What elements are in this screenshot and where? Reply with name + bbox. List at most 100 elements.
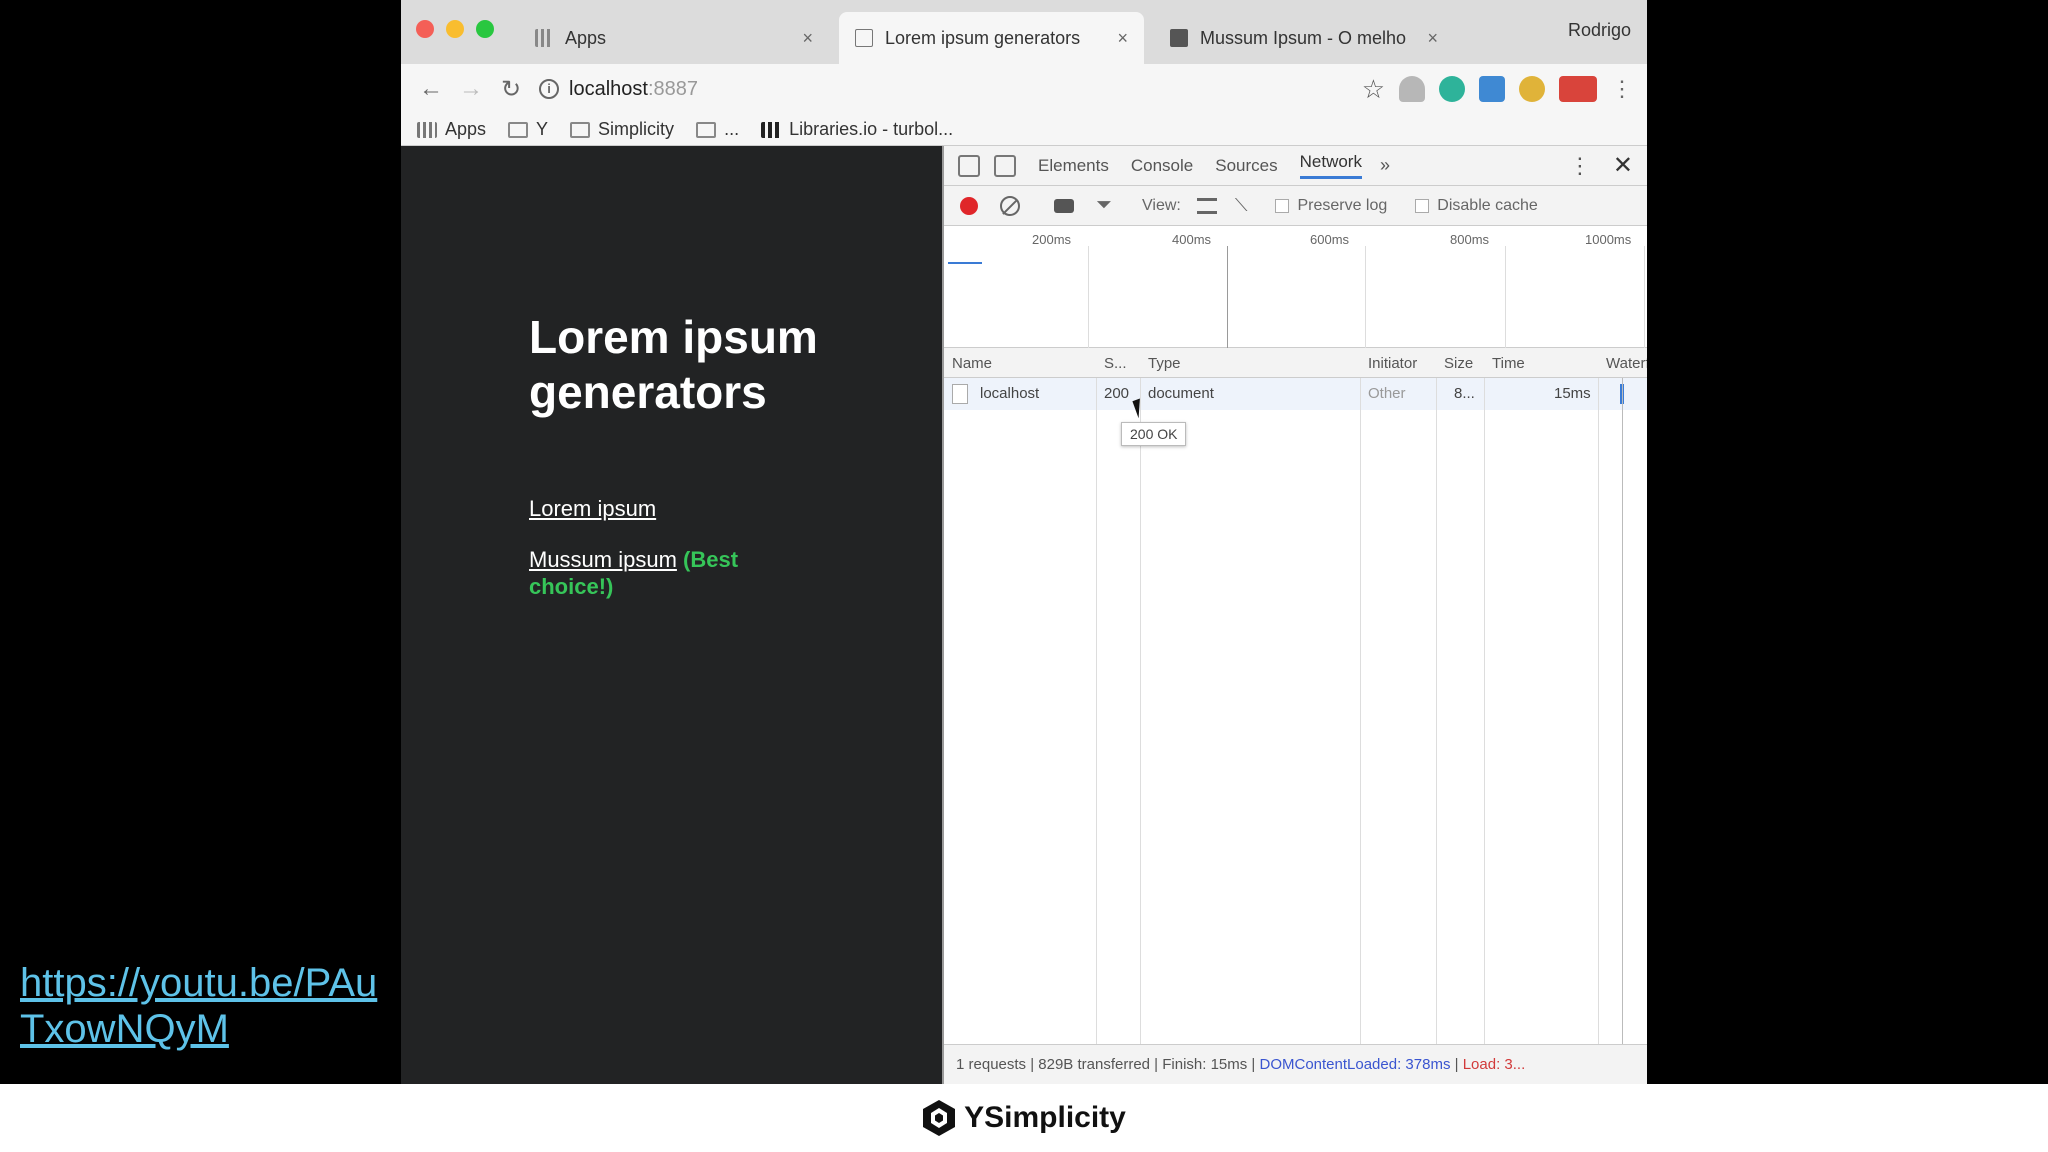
bookmark-libraries[interactable]: Libraries.io - turbol... — [761, 119, 953, 140]
close-window-button[interactable] — [416, 20, 434, 38]
disable-cache-checkbox[interactable] — [1415, 198, 1430, 213]
mussum-ipsum-link[interactable]: Mussum ipsum — [529, 547, 677, 572]
view-label: View: — [1142, 196, 1181, 214]
overview-tick: 400ms — [1172, 232, 1212, 247]
library-icon — [761, 121, 782, 138]
bookmark-label: Y — [536, 119, 549, 139]
brand-name: YSimplicity — [964, 1101, 1126, 1134]
devtools-menu-icon[interactable]: ⋮ — [1569, 153, 1591, 179]
column-status[interactable]: S... — [1104, 355, 1127, 372]
extension-icon[interactable] — [1479, 76, 1505, 102]
column-divider — [1436, 378, 1437, 1044]
network-status-bar: 1 requests | 829B transferred | Finish: … — [944, 1044, 1647, 1084]
column-divider — [1484, 378, 1485, 1044]
inspect-element-icon[interactable] — [958, 154, 980, 177]
extension-icon[interactable] — [1559, 76, 1597, 102]
network-overview[interactable]: 200ms 400ms 600ms 800ms 1000ms — [944, 226, 1647, 348]
tab-close-button[interactable]: × — [1117, 28, 1128, 49]
folder-icon — [570, 121, 591, 138]
toolbar-actions: ☆ ⋮ — [1362, 74, 1633, 105]
maximize-window-button[interactable] — [476, 20, 494, 38]
overview-gridline — [1227, 246, 1228, 348]
bookmarks-bar: Apps Y Simplicity ... Libraries.io - tur… — [401, 114, 1647, 146]
tab-close-button[interactable]: × — [802, 28, 813, 49]
bookmark-star-icon[interactable]: ☆ — [1362, 74, 1385, 105]
extension-icon[interactable] — [1519, 76, 1545, 102]
bookmark-folder[interactable]: ... — [696, 119, 739, 140]
apps-grid-icon — [417, 121, 437, 138]
browser-menu-icon[interactable]: ⋮ — [1611, 76, 1633, 102]
bookmark-folder[interactable]: Simplicity — [570, 119, 674, 140]
tab-label: Apps — [565, 27, 607, 48]
large-rows-icon[interactable] — [1196, 197, 1217, 214]
overview-gridline — [1365, 246, 1366, 348]
tab-close-button[interactable]: × — [1427, 28, 1438, 49]
status-summary: 1 requests | 829B transferred | Finish: … — [956, 1056, 1256, 1073]
tab-lorem-ipsum-generators[interactable]: Lorem ipsum generators × — [839, 12, 1144, 64]
brand-bar: YSimplicity — [0, 1084, 2048, 1152]
disable-cache-label: Disable cache — [1437, 196, 1538, 214]
column-name[interactable]: Name — [952, 355, 992, 372]
bookmark-label: ... — [724, 119, 740, 139]
status-tooltip: 200 OK — [1121, 422, 1187, 446]
info-icon[interactable]: i — [539, 79, 559, 99]
column-initiator[interactable]: Initiator — [1368, 355, 1417, 372]
column-size[interactable]: Size — [1444, 355, 1473, 372]
device-toolbar-icon[interactable] — [994, 154, 1016, 177]
bookmark-apps[interactable]: Apps — [417, 119, 486, 140]
tab-sources[interactable]: Sources — [1215, 156, 1277, 176]
tab-apps[interactable]: Apps × — [519, 12, 829, 64]
reload-icon[interactable]: ↻ — [491, 69, 531, 109]
browser-window: Apps × Lorem ipsum generators × Mussum I… — [401, 0, 1647, 1084]
tab-console[interactable]: Console — [1131, 156, 1193, 176]
tab-elements[interactable]: Elements — [1038, 156, 1109, 176]
mussum-favicon-icon — [1170, 29, 1188, 47]
tab-network[interactable]: Network — [1299, 152, 1362, 179]
column-type[interactable]: Type — [1148, 355, 1181, 372]
column-time[interactable]: Time — [1492, 355, 1525, 372]
network-toolbar: ⏷ View: ⟍ Preserve log Disable cache — [944, 186, 1647, 226]
mussum-ipsum-row: Mussum ipsum (Best choice!) — [529, 546, 789, 600]
video-frame: Apps × Lorem ipsum generators × Mussum I… — [0, 0, 2048, 1152]
bookmark-folder[interactable]: Y — [508, 119, 548, 140]
tab-strip: Apps × Lorem ipsum generators × Mussum I… — [401, 0, 1647, 64]
page-title: Lorem ipsum generators — [529, 311, 818, 418]
more-tabs-icon[interactable]: » — [1380, 155, 1390, 176]
overview-request-bar — [948, 262, 982, 264]
lorem-ipsum-link[interactable]: Lorem ipsum — [529, 496, 656, 522]
preserve-log-label: Preserve log — [1297, 196, 1388, 214]
filter-funnel-icon[interactable]: ⏷ — [1096, 194, 1112, 217]
load-time: Load: 3... — [1462, 1056, 1526, 1073]
folder-icon — [508, 121, 529, 138]
waterfall-gridline — [1622, 378, 1623, 1044]
overview-icon[interactable]: ⟍ — [1235, 195, 1248, 216]
bookmark-label: Simplicity — [598, 119, 675, 139]
column-waterfall[interactable]: Waterf — [1606, 355, 1647, 372]
network-table-body — [944, 378, 1647, 1044]
devtools-panel: Elements Console Sources Network » ⋮ ✕ ⏷… — [942, 146, 1647, 1084]
profile-name[interactable]: Rodrigo — [1568, 20, 1631, 41]
preserve-log-checkbox[interactable] — [1275, 198, 1290, 213]
status-separator: | — [1454, 1056, 1459, 1073]
screenshot-camera-icon[interactable] — [1054, 198, 1074, 213]
tab-label: Lorem ipsum generators — [885, 27, 1081, 48]
overview-tick: 600ms — [1310, 232, 1350, 247]
extension-icon[interactable] — [1439, 76, 1465, 102]
overview-tick: 1000ms — [1585, 232, 1632, 247]
clear-icon[interactable] — [1000, 195, 1020, 216]
address-bar[interactable]: i localhost:8887 — [539, 69, 1359, 109]
address-port: :8887 — [647, 77, 698, 100]
back-arrow-icon[interactable]: ← — [411, 69, 451, 109]
record-icon[interactable] — [960, 196, 978, 215]
tab-mussum-ipsum[interactable]: Mussum Ipsum - O melho × — [1154, 12, 1454, 64]
web-page: Lorem ipsum generators Lorem ipsum Mussu… — [401, 146, 942, 1084]
forward-arrow-icon[interactable]: → — [451, 69, 491, 109]
overview-gridline — [1644, 246, 1645, 348]
extension-icon[interactable] — [1399, 76, 1425, 102]
close-icon[interactable]: ✕ — [1613, 151, 1633, 180]
page-icon — [855, 29, 873, 47]
minimize-window-button[interactable] — [446, 20, 464, 38]
youtube-link[interactable]: https://youtu.be/PAuTxowNQyM — [20, 960, 400, 1052]
bookmark-label: Apps — [445, 119, 487, 139]
dom-content-loaded: DOMContentLoaded: 378ms — [1259, 1056, 1451, 1073]
